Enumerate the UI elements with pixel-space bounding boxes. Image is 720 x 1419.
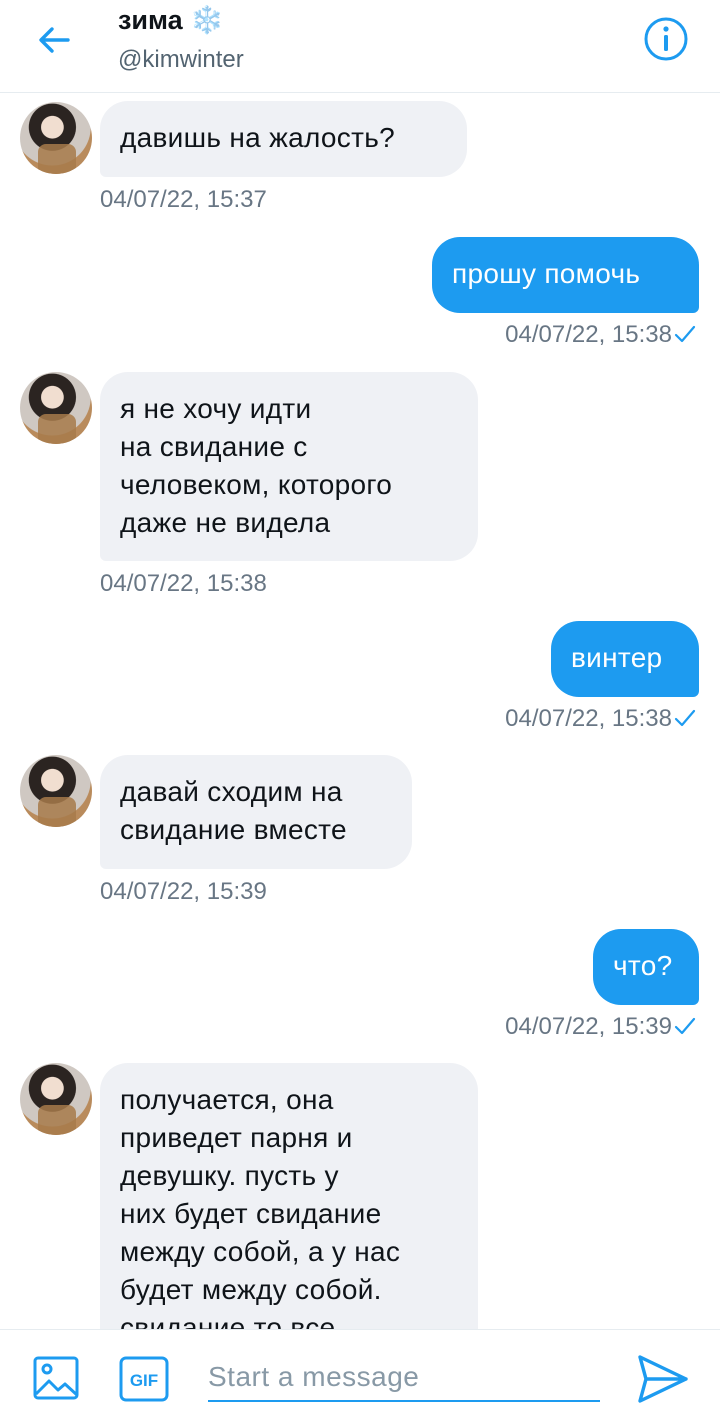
message-timestamp: 04/07/22, 15:38 (505, 705, 672, 732)
conversation-handle: @kimwinter (118, 46, 244, 73)
image-icon[interactable] (32, 1354, 80, 1402)
arrow-left-icon[interactable] (34, 20, 74, 60)
message-list[interactable]: давишь на жалость? 04/07/22, 15:37 прошу… (0, 93, 720, 1329)
message-timestamp: 04/07/22, 15:38 (505, 321, 672, 348)
message-timestamp-row: 04/07/22, 15:39 (505, 1013, 696, 1041)
gif-icon[interactable]: GIF (119, 1356, 169, 1402)
message-timestamp-row: 04/07/22, 15:38 (505, 321, 696, 349)
message-timestamp-row: 04/07/22, 15:38 (505, 705, 696, 733)
avatar[interactable] (20, 755, 92, 827)
message-timestamp: 04/07/22, 15:38 (100, 570, 267, 597)
incoming-message-bubble[interactable]: давай сходим на свидание вместе (100, 755, 412, 869)
check-icon (674, 1017, 696, 1035)
avatar[interactable] (20, 372, 92, 444)
check-icon (674, 709, 696, 727)
message-timestamp: 04/07/22, 15:39 (100, 878, 267, 905)
outgoing-message-bubble[interactable]: винтер (551, 621, 699, 697)
conversation-title[interactable]: зима ❄️ (118, 4, 224, 36)
outgoing-message-bubble[interactable]: прошу помочь (432, 237, 699, 313)
message-composer: GIF (0, 1329, 720, 1419)
outgoing-message-bubble[interactable]: что? (593, 929, 699, 1005)
send-icon[interactable] (636, 1352, 690, 1406)
avatar[interactable] (20, 1063, 92, 1135)
incoming-message-bubble[interactable]: давишь на жалость? (100, 101, 467, 177)
incoming-message-bubble[interactable]: я не хочу идти на свидание с человеком, … (100, 372, 478, 561)
message-timestamp: 04/07/22, 15:37 (100, 186, 267, 213)
check-icon (674, 325, 696, 343)
conversation-header: зима ❄️ @kimwinter (0, 0, 720, 93)
info-circle-icon[interactable] (643, 16, 689, 62)
gif-label: GIF (130, 1371, 158, 1390)
incoming-message-bubble[interactable]: получается, она приведет парня и девушку… (100, 1063, 478, 1329)
message-timestamp: 04/07/22, 15:39 (505, 1013, 672, 1040)
avatar[interactable] (20, 102, 92, 174)
message-input[interactable] (208, 1354, 600, 1402)
